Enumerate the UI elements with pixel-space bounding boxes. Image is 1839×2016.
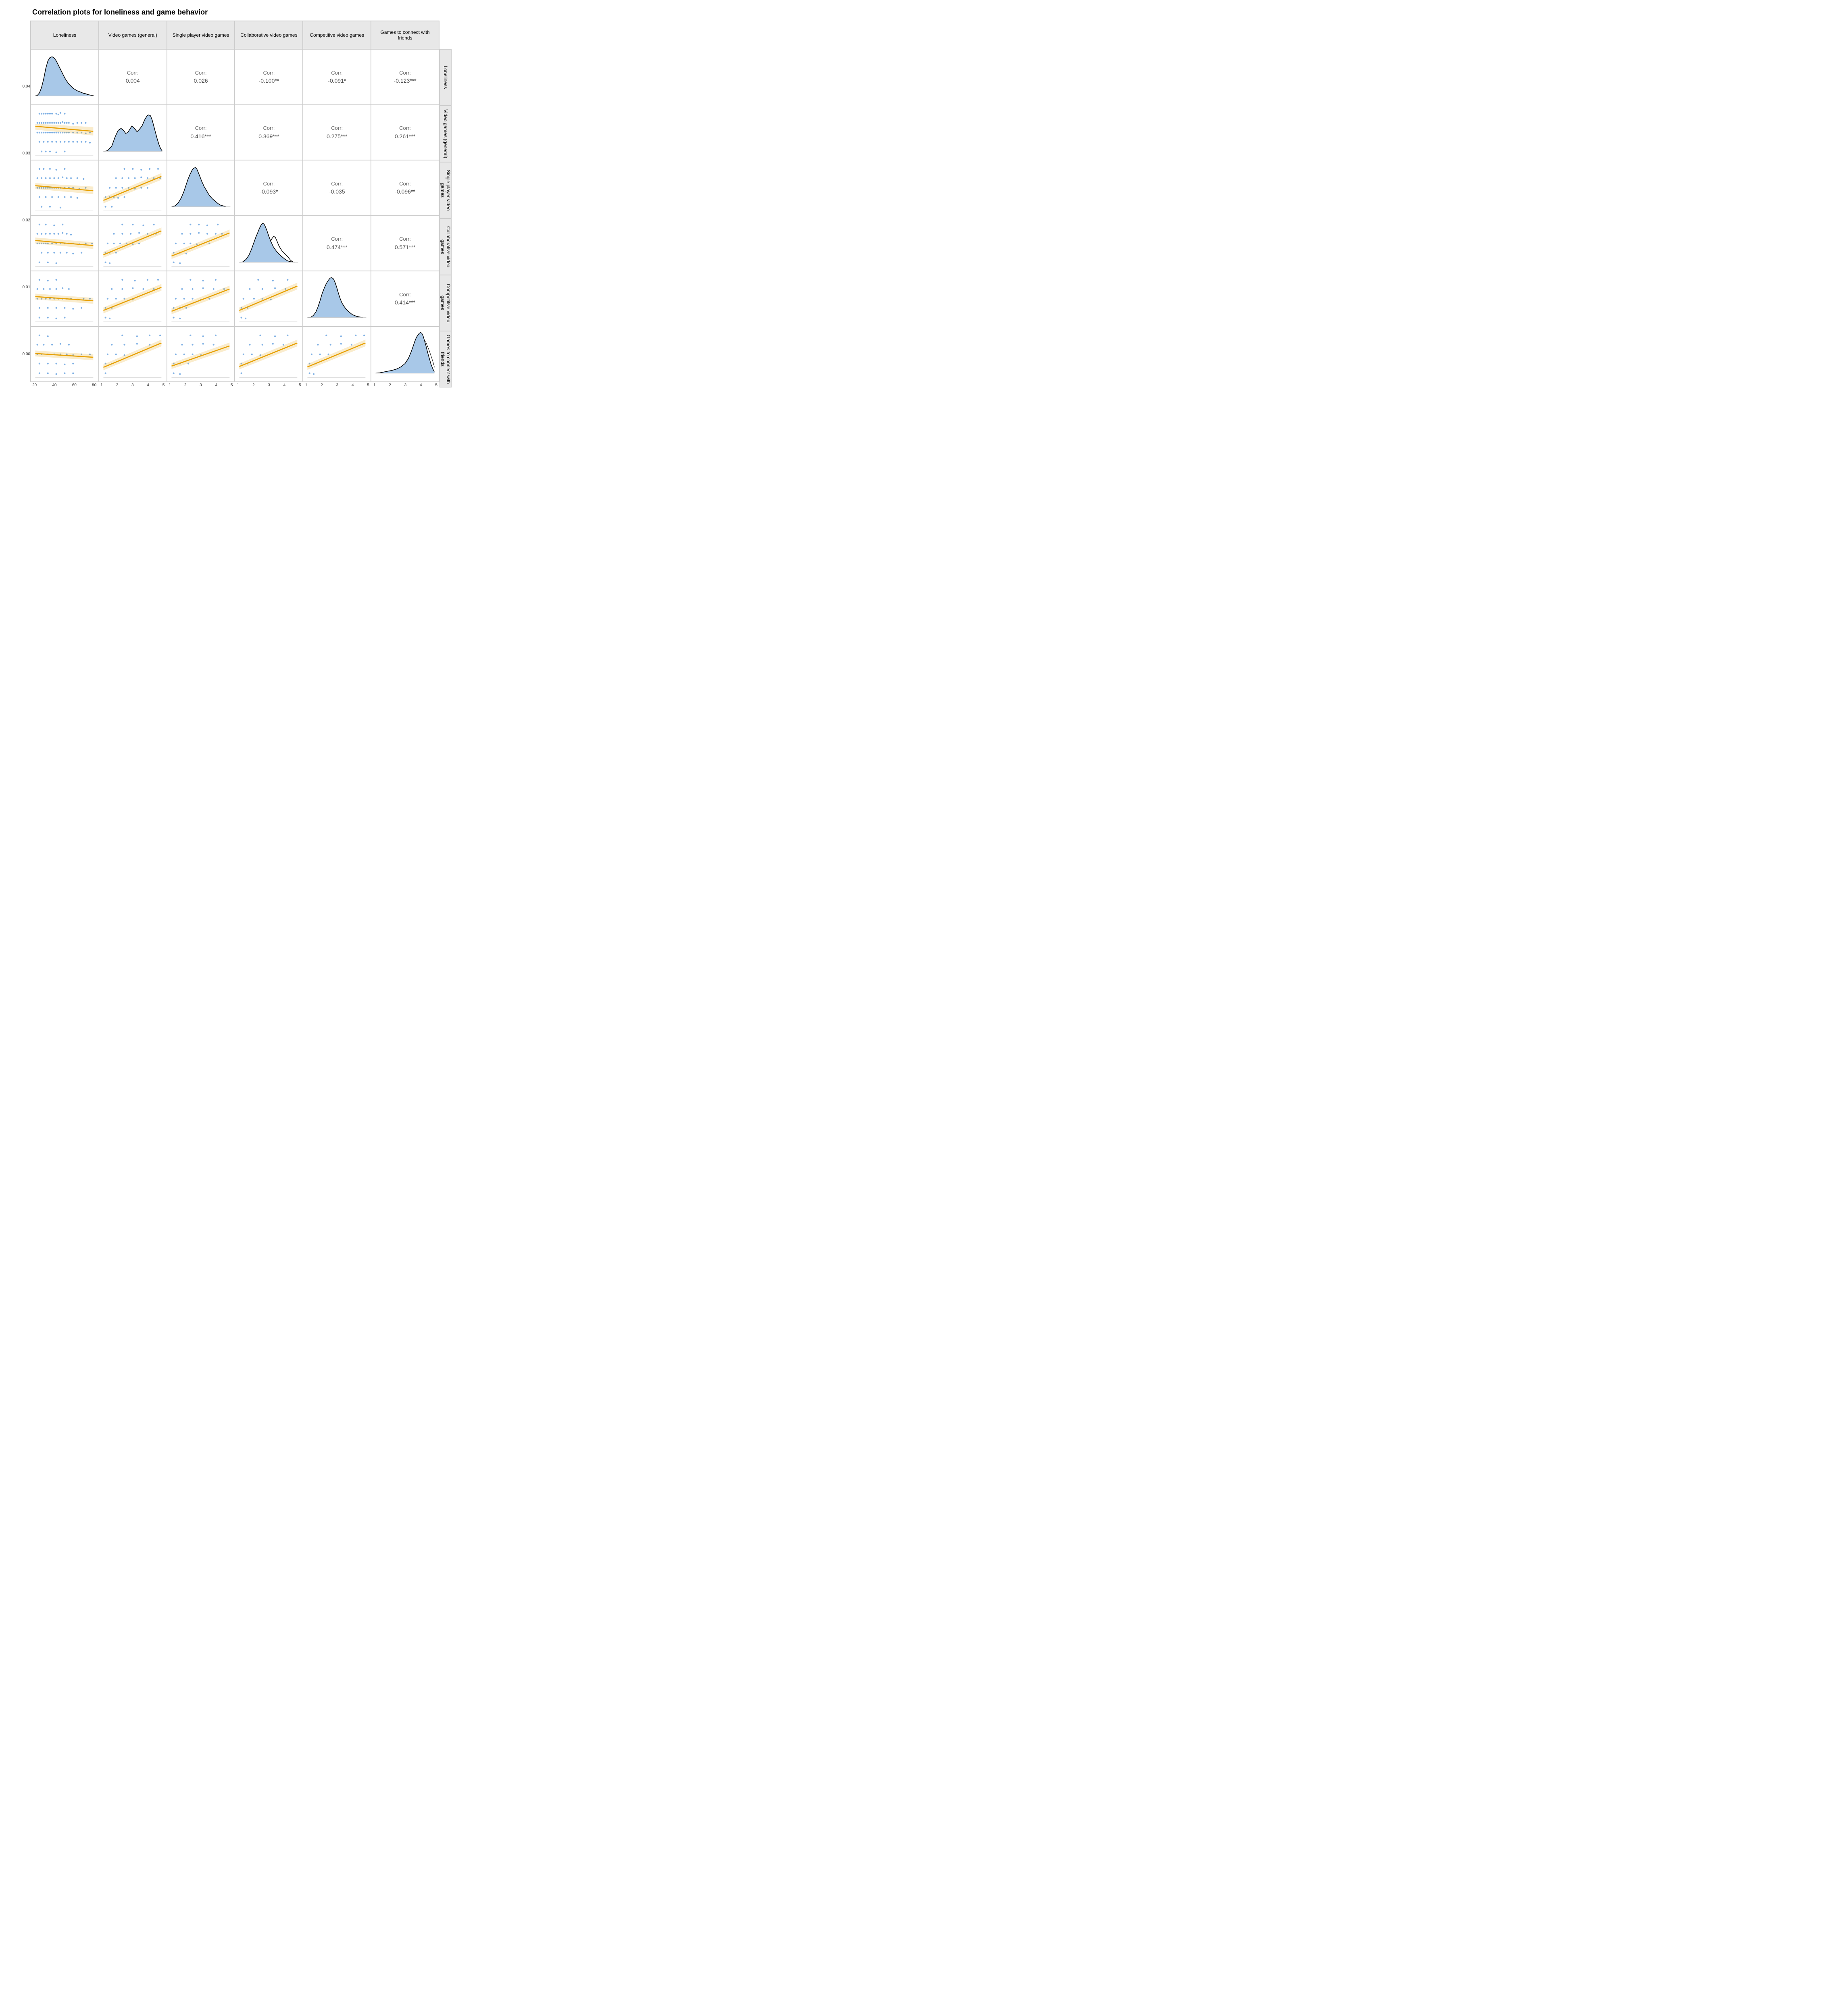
cell-r3-c4: Corr: 0.474*** [303,216,371,271]
correlation-grid: Loneliness Video games (general) Single … [30,21,439,382]
x-axis-col-2: 1 2 3 4 5 [167,383,235,387]
row-label-0: Loneliness [439,49,452,106]
x-axis-col-4: 1 2 3 4 5 [303,383,371,387]
x-axis-col-1: 1 2 3 4 5 [98,383,167,387]
row-label-5: Games to connect with friends [439,331,452,387]
x-axis-labels: 20 40 60 80 1 2 3 4 5 1 2 3 4 5 1 2 [30,383,439,387]
cell-r5-c0 [31,327,99,382]
cell-r3-c5: Corr: 0.571*** [371,216,439,271]
cell-r5-c2 [167,327,235,382]
x-axis-col-0: 20 40 60 80 [30,383,98,387]
cell-r1-c4: Corr: 0.275*** [303,105,371,160]
cell-r4-c0 [31,271,99,327]
cell-r0-c2: Corr: 0.026 [167,49,235,105]
chart-title: Correlation plots for loneliness and gam… [8,8,452,17]
cell-r0-c1: Corr: 0.004 [99,49,167,105]
col-header-5: Games to connect with friends [371,21,439,49]
cell-r5-c4 [303,327,371,382]
row-label-4: Competitive video games [439,275,452,331]
row-label-1: Video games (general) [439,106,452,162]
cell-r1-c5: Corr: 0.261*** [371,105,439,160]
cell-r1-c2: Corr: 0.416*** [167,105,235,160]
cell-r4-c5: Corr: 0.414*** [371,271,439,327]
cell-r0-c3: Corr: -0.100** [235,49,303,105]
cell-r2-c2 [167,160,235,216]
cell-r3-c2 [167,216,235,271]
x-axis-col-3: 1 2 3 4 5 [235,383,303,387]
col-header-1: Video games (general) [99,21,167,49]
cell-r1-c3: Corr: 0.369*** [235,105,303,160]
cell-r3-c3 [235,216,303,271]
col-header-4: Competitive video games [303,21,371,49]
cell-r4-c4 [303,271,371,327]
col-header-0: Loneliness [31,21,99,49]
cell-r5-c5 [371,327,439,382]
cell-r3-c0 [31,216,99,271]
col-header-3: Collaborative video games [235,21,303,49]
row-label-2: Single player video games [439,162,452,219]
col-header-2: Single player video games [167,21,235,49]
cell-r0-c4: Corr: -0.091* [303,49,371,105]
row-label-3: Collaborative video games [439,219,452,275]
x-axis-col-5: 1 2 3 4 5 [371,383,439,387]
cell-r4-c2 [167,271,235,327]
cell-r5-c1 [99,327,167,382]
cell-r3-c1 [99,216,167,271]
row-labels: Loneliness Video games (general) Single … [439,21,452,387]
cell-r1-c0 [31,105,99,160]
cell-r4-c3 [235,271,303,327]
cell-r2-c4: Corr: -0.035 [303,160,371,216]
cell-r0-c0 [31,49,99,105]
cell-r4-c1 [99,271,167,327]
cell-r2-c1 [99,160,167,216]
cell-r0-c5: Corr: -0.123*** [371,49,439,105]
cell-r5-c3 [235,327,303,382]
y-axis-density: 0.04 0.03 0.02 0.01 0.00 [8,21,30,387]
cell-r1-c1 [99,105,167,160]
cell-r2-c3: Corr: -0.093* [235,160,303,216]
cell-r2-c0 [31,160,99,216]
cell-r2-c5: Corr: -0.096** [371,160,439,216]
